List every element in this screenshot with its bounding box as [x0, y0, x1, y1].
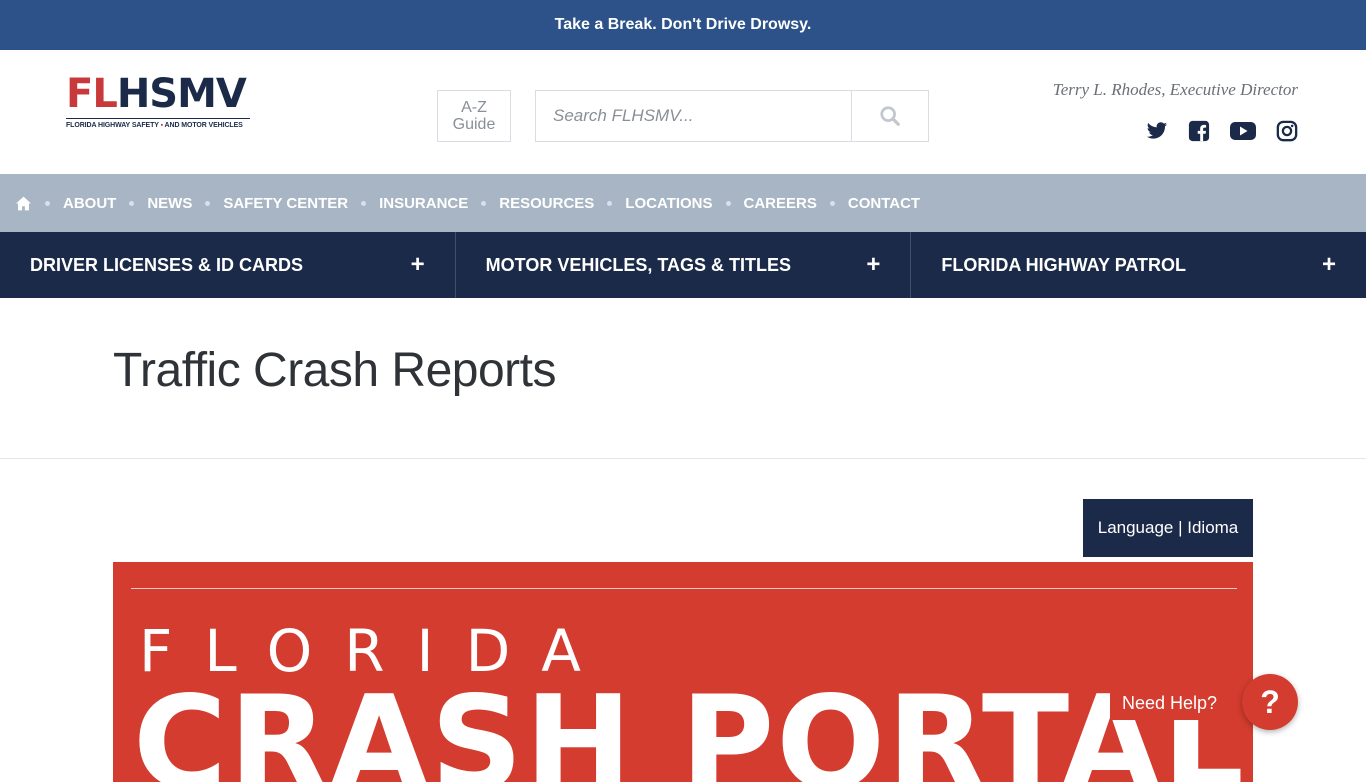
page-title: Traffic Crash Reports — [113, 344, 556, 397]
home-icon[interactable] — [15, 196, 32, 211]
expand-plus-icon: + — [866, 251, 881, 278]
search-button[interactable] — [851, 91, 928, 141]
nav-separator — [481, 200, 487, 206]
nav-item-news[interactable]: NEWS — [147, 195, 192, 212]
az-guide-line2: Guide — [452, 116, 496, 133]
logo-tagline: FLORIDA HIGHWAY SAFETY ▪ AND MOTOR VEHIC… — [66, 118, 250, 129]
expand-plus-icon: + — [1322, 251, 1337, 278]
az-guide-button[interactable]: A-Z Guide — [437, 90, 511, 142]
nav-driver-licenses-label: DRIVER LICENSES & ID CARDS — [30, 254, 304, 275]
executive-director: Terry L. Rhodes, Executive Director — [1052, 80, 1298, 99]
alert-text: Take a Break. Don't Drive Drowsy. — [554, 16, 812, 33]
language-button[interactable]: Language | Idioma — [1083, 499, 1253, 557]
help-question-icon[interactable]: ? — [1242, 674, 1298, 730]
nav-motor-vehicles-label: MOTOR VEHICLES, TAGS & TITLES — [485, 254, 792, 275]
nav-motor-vehicles[interactable]: MOTOR VEHICLES, TAGS & TITLES + — [456, 232, 912, 298]
social-links — [1146, 120, 1298, 142]
secondary-nav: DRIVER LICENSES & ID CARDS + MOTOR VEHIC… — [0, 232, 1366, 298]
twitter-icon[interactable] — [1146, 120, 1168, 142]
nav-separator — [607, 200, 613, 206]
logo-text-navy: HSMV — [116, 71, 247, 117]
alert-bar: Take a Break. Don't Drive Drowsy. — [0, 0, 1366, 50]
search-input[interactable] — [536, 91, 851, 141]
nav-driver-licenses[interactable]: DRIVER LICENSES & ID CARDS + — [0, 232, 456, 298]
az-guide-line1: A-Z — [461, 99, 487, 116]
divider — [0, 458, 1366, 459]
facebook-icon[interactable] — [1188, 120, 1210, 142]
nav-separator — [361, 200, 367, 206]
nav-separator — [205, 200, 211, 206]
nav-item-insurance[interactable]: INSURANCE — [379, 195, 468, 212]
nav-separator — [129, 200, 135, 206]
banner-rule — [131, 588, 1237, 589]
logo-text-red: FL — [66, 71, 118, 117]
nav-item-careers[interactable]: CAREERS — [744, 195, 817, 212]
nav-highway-patrol[interactable]: FLORIDA HIGHWAY PATROL + — [911, 232, 1366, 298]
site-header: FLHSMV FLORIDA HIGHWAY SAFETY ▪ AND MOTO… — [0, 50, 1366, 174]
need-help-label[interactable]: Need Help? — [1110, 686, 1230, 720]
expand-plus-icon: + — [410, 251, 425, 278]
primary-nav: ABOUT NEWS SAFETY CENTER INSURANCE RESOU… — [0, 174, 1366, 232]
nav-item-contact[interactable]: CONTACT — [848, 195, 920, 212]
search-box — [535, 90, 929, 142]
flhsmv-logo[interactable]: FLHSMV FLORIDA HIGHWAY SAFETY ▪ AND MOTO… — [66, 74, 250, 136]
nav-separator — [45, 200, 50, 206]
nav-item-about[interactable]: ABOUT — [63, 195, 116, 212]
nav-highway-patrol-label: FLORIDA HIGHWAY PATROL — [941, 254, 1187, 275]
crash-portal-banner[interactable]: FLORIDA CRASH PORTAL — [113, 562, 1253, 782]
nav-item-resources[interactable]: RESOURCES — [499, 195, 594, 212]
search-icon — [880, 106, 900, 126]
banner-crash-portal-text: CRASH PORTAL — [133, 669, 1246, 782]
nav-item-safety-center[interactable]: SAFETY CENTER — [223, 195, 348, 212]
nav-separator — [829, 200, 835, 206]
instagram-icon[interactable] — [1276, 120, 1298, 142]
nav-separator — [725, 200, 731, 206]
nav-item-locations[interactable]: LOCATIONS — [625, 195, 712, 212]
youtube-icon[interactable] — [1230, 120, 1256, 142]
